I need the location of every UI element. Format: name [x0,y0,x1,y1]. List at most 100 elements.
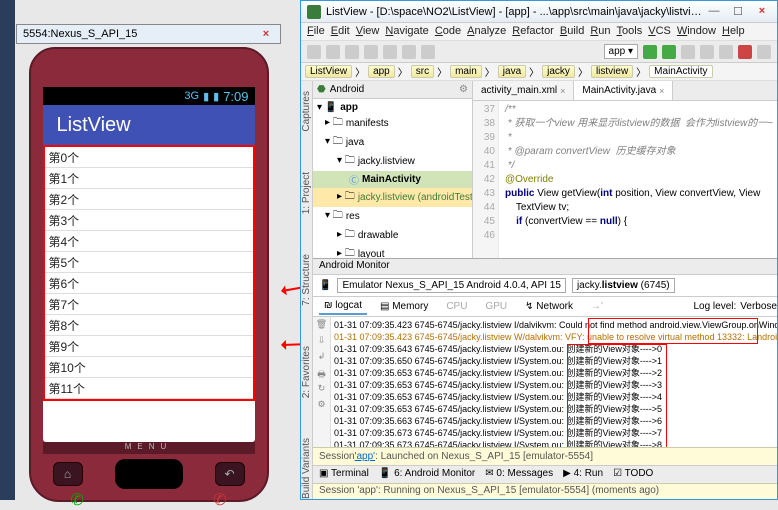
menu-vcs[interactable]: VCS [648,25,671,38]
tree-manifests[interactable]: manifests [346,118,389,129]
menu-run[interactable]: Run [590,25,610,38]
tab-project[interactable]: 1: Project [301,172,312,214]
call-icon[interactable]: ✆ [71,490,84,506]
menu-file[interactable]: File [307,25,325,38]
code-editor[interactable]: 37383940414243444546 /** * 获取一个view 用来显示… [473,101,777,258]
minimize-button[interactable]: — [705,5,723,18]
paste-icon[interactable] [421,45,435,59]
menu-help[interactable]: Help [722,25,745,38]
tab-cpu[interactable]: CPU [441,299,472,314]
close-icon[interactable]: × [659,86,664,96]
run-config-selector[interactable]: app ▾ [604,44,638,59]
crumb[interactable]: main [450,65,482,78]
crumb[interactable]: src [411,65,434,78]
tab-memory[interactable]: ▤ Memory [375,299,433,314]
tab-favorites[interactable]: 2: Favorites [301,346,312,398]
tree-mainactivity[interactable]: MainActivity [362,174,421,185]
save-icon[interactable] [326,45,340,59]
crumb[interactable]: MainActivity [649,65,712,78]
restart-icon[interactable]: ↻ [316,383,328,395]
list-item[interactable]: 第8个 [45,315,253,336]
wrap-icon[interactable]: ↲ [316,351,328,363]
process-selector[interactable]: jacky.listview (6745) [572,278,675,293]
close-button[interactable]: × [753,5,771,18]
list-item[interactable]: 第10个 [45,357,253,378]
device-selector[interactable]: Emulator Nexus_S_API_15 Android 4.0.4, A… [337,278,565,293]
copy-icon[interactable] [402,45,416,59]
open-icon[interactable] [307,45,321,59]
editor-tab-xml[interactable]: activity_main.xml× [473,81,574,100]
tab-messages[interactable]: ✉ 0: Messages [485,468,553,481]
undo-icon[interactable] [345,45,359,59]
menu-refactor[interactable]: Refactor [512,25,554,38]
ide-titlebar[interactable]: ListView - [D:\space\NO2\ListView] - [ap… [301,1,777,23]
project-view-selector[interactable]: Android [330,84,364,95]
sync-icon[interactable] [719,45,733,59]
list-item[interactable]: 第3个 [45,210,253,231]
crumb[interactable]: jacky [542,65,575,78]
menu-navigate[interactable]: Navigate [385,25,428,38]
tab-logcat[interactable]: ₪ logcat [319,298,367,315]
tab-run[interactable]: ▶ 4: Run [563,468,603,481]
monitor-title[interactable]: Android Monitor [313,259,777,275]
crumb[interactable]: ListView [305,65,352,78]
list-item[interactable]: 第4个 [45,231,253,252]
sdk-icon[interactable] [700,45,714,59]
loglevel-selector[interactable]: Verbose ▾ [740,301,777,312]
cut-icon[interactable] [383,45,397,59]
tree-app[interactable]: app [340,102,358,113]
tab-structure[interactable]: 7: Structure [301,254,312,306]
crumb[interactable]: app [368,65,395,78]
list-item[interactable]: 第5个 [45,252,253,273]
menu-analyze[interactable]: Analyze [467,25,506,38]
print-icon[interactable]: 🖶 [316,367,328,379]
tree-layout[interactable]: layout [358,249,385,258]
session-link[interactable]: 'app' [355,451,376,462]
list-item[interactable]: 第11个 [45,378,253,399]
project-tree[interactable]: ▾ 📱 app ▸ 🗀 manifests ▾ 🗀 java ▾ 🗀 jacky… [313,99,472,258]
tree-drawable[interactable]: drawable [358,230,399,241]
tab-todo[interactable]: ☑ TODO [613,468,653,481]
menu-tools[interactable]: Tools [617,25,643,38]
tree-pkg[interactable]: jacky.listview [358,156,415,167]
clear-icon[interactable]: 🗑 [316,319,328,331]
avd-icon[interactable] [681,45,695,59]
tab-network[interactable]: ↯ Network [520,299,578,314]
crumb[interactable]: listview [591,65,633,78]
list-item[interactable]: 第9个 [45,336,253,357]
stop-icon[interactable] [738,45,752,59]
list-item[interactable]: 第7个 [45,294,253,315]
list-item[interactable]: 第0个 [45,147,253,168]
back-button[interactable]: ↶ [215,462,245,486]
home-button[interactable]: ⌂ [53,462,83,486]
tab-android-monitor[interactable]: 📱 6: Android Monitor [379,468,475,481]
menu-window[interactable]: Window [677,25,716,38]
code-body[interactable]: /** * 获取一个view 用来显示listview的数据 会作为listvi… [499,101,777,258]
list-item[interactable]: 第6个 [45,273,253,294]
debug-icon[interactable] [662,45,676,59]
maximize-button[interactable]: ☐ [729,5,747,18]
menu-code[interactable]: Code [435,25,461,38]
tree-pkg-test[interactable]: jacky.listview (androidTest) [358,192,472,203]
editor-tab-java[interactable]: MainActivity.java× [574,81,673,100]
close-icon[interactable]: × [560,86,565,96]
menu-edit[interactable]: Edit [331,25,350,38]
scroll-icon[interactable]: ⇩ [316,335,328,347]
app-listview[interactable]: 第0个 第1个 第2个 第3个 第4个 第5个 第6个 第7个 第8个 第9个 … [43,145,255,401]
settings-icon[interactable]: ⚙ [316,399,328,411]
list-item[interactable]: 第1个 [45,168,253,189]
tab-build-variants[interactable]: Build Variants [301,438,312,499]
menu-view[interactable]: View [356,25,380,38]
tab-captures[interactable]: Captures [301,91,312,132]
run-icon[interactable] [643,45,657,59]
logcat-output[interactable]: 01-31 07:09:35.423 6745-6745/jacky.listv… [331,317,777,447]
crumb[interactable]: java [498,65,526,78]
end-call-icon[interactable]: ✆ [213,490,226,506]
emulator-titlebar[interactable]: 5554:Nexus_S_API_15 × [16,24,281,44]
tree-java[interactable]: java [346,137,364,148]
list-item[interactable]: 第2个 [45,189,253,210]
gear-icon[interactable]: ⚙ [459,84,468,95]
emulator-close-button[interactable]: × [258,28,274,40]
menu-build[interactable]: Build [560,25,584,38]
help-icon[interactable] [757,45,771,59]
